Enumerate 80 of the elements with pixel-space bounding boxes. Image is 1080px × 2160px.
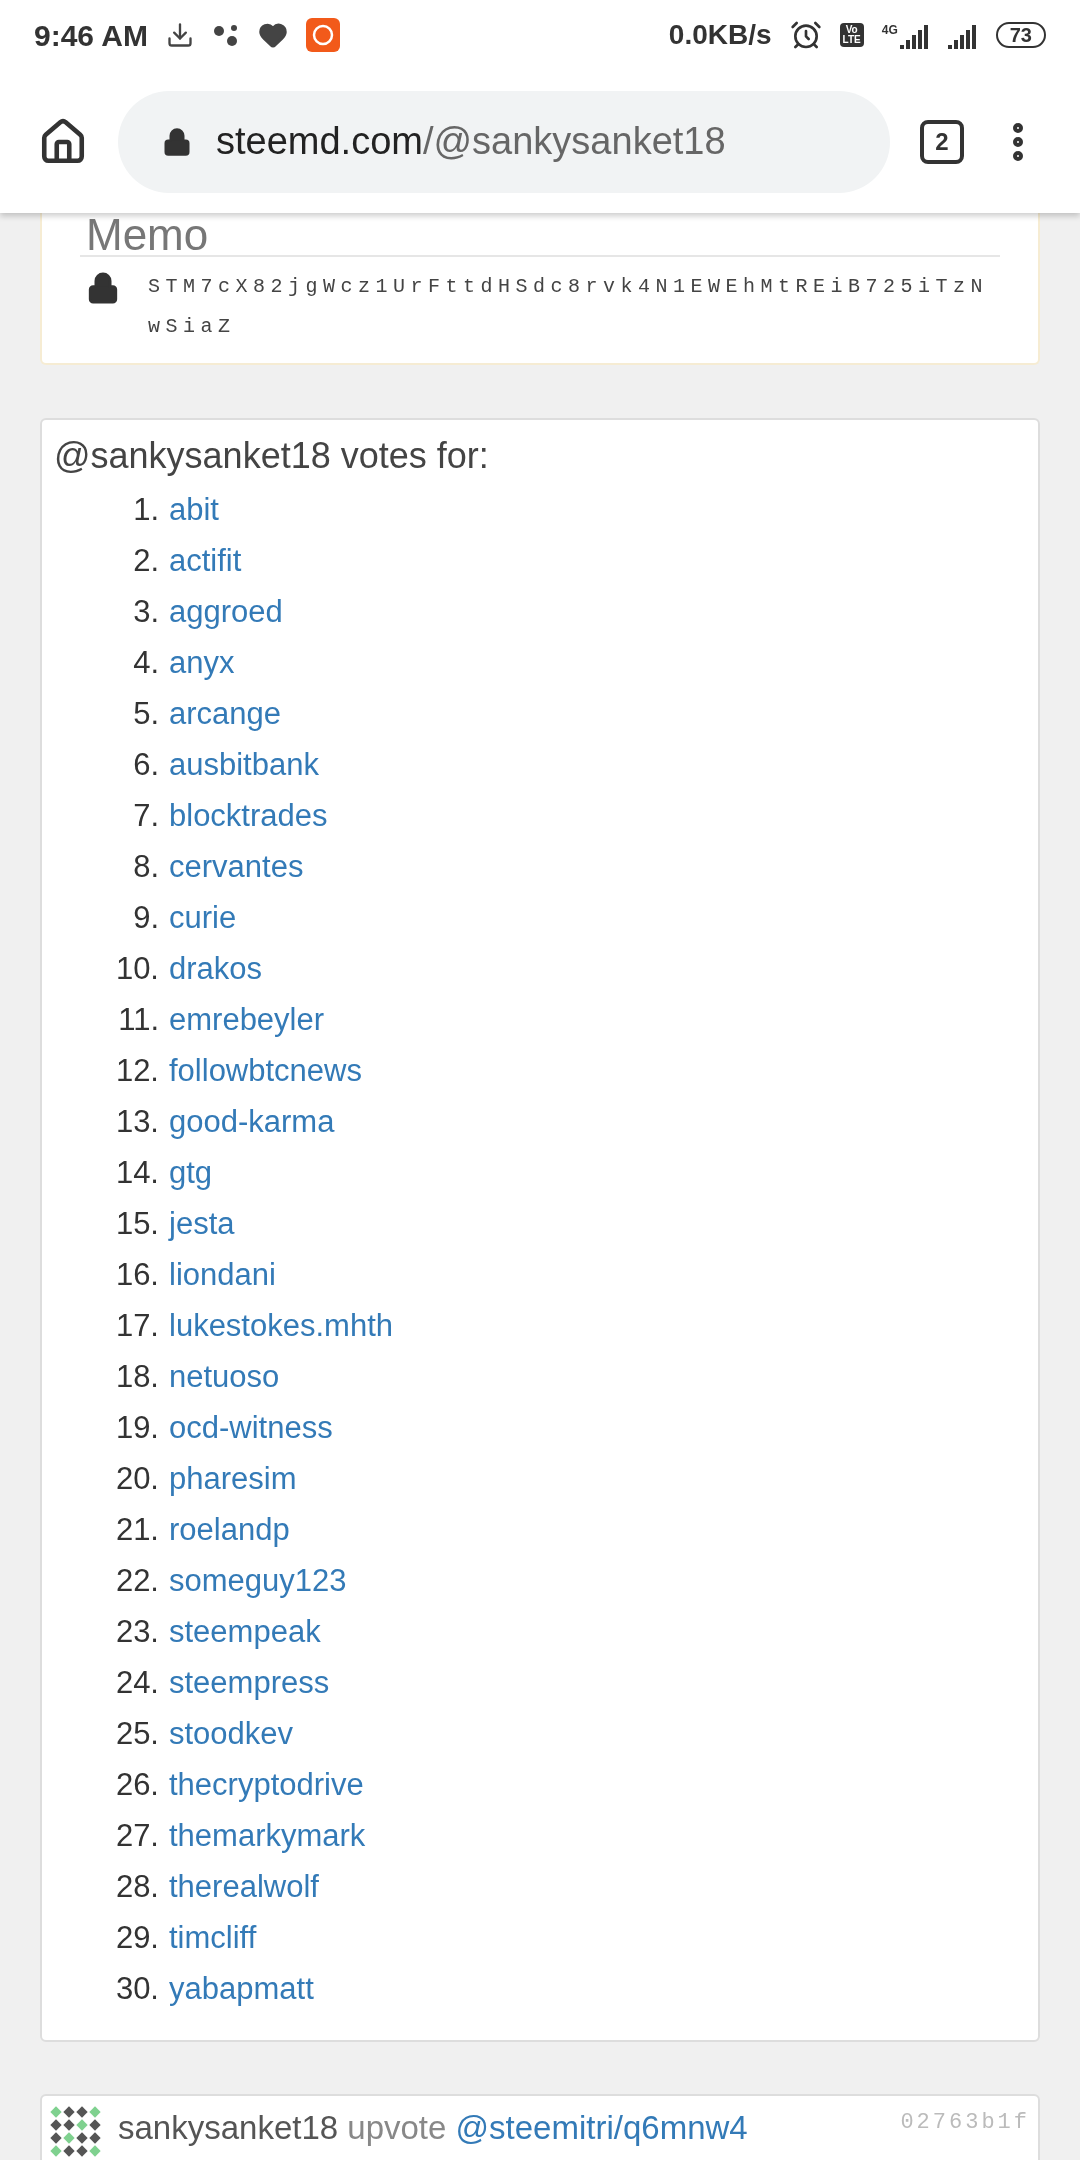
identicon-avatar [50, 2106, 102, 2158]
witness-link[interactable]: thecryptodrive [169, 1767, 364, 1802]
list-number: 3. [132, 593, 159, 631]
list-number: 19. [114, 1409, 159, 1447]
list-number: 11. [117, 1001, 159, 1039]
list-number: 6. [132, 746, 159, 784]
witness-link[interactable]: aggroed [169, 594, 283, 629]
list-number: 17. [114, 1307, 159, 1345]
list-number: 27. [114, 1817, 159, 1855]
witness-link[interactable]: curie [169, 900, 237, 935]
list-number: 24. [114, 1664, 159, 1702]
list-number: 16. [114, 1256, 159, 1294]
witness-link[interactable]: ocd-witness [169, 1410, 333, 1445]
witness-link[interactable]: followbtcnews [169, 1053, 362, 1088]
list-number: 21. [114, 1511, 159, 1549]
tab-count-button[interactable]: 2 [920, 119, 964, 164]
list-number: 25. [114, 1715, 159, 1753]
lock-icon [86, 271, 120, 305]
list-number: 28. [114, 1868, 159, 1906]
witness-link[interactable]: jesta [169, 1206, 235, 1241]
witness-link[interactable]: drakos [169, 951, 263, 986]
witness-link[interactable]: steempress [169, 1665, 330, 1700]
witness-link[interactable]: ausbitbank [169, 747, 319, 782]
witness-link[interactable]: someguy123 [169, 1563, 347, 1598]
witness-link[interactable]: cervantes [169, 849, 304, 884]
status-time: 9:46 AM [34, 17, 148, 54]
witness-link[interactable]: gtg [169, 1155, 213, 1190]
list-number: 15. [114, 1205, 159, 1243]
network-type: 4G [881, 22, 898, 39]
witness-link[interactable]: themarkymark [169, 1818, 366, 1853]
list-number: 22. [114, 1562, 159, 1600]
list-number: 10. [114, 950, 159, 988]
list-number: 29. [114, 1919, 159, 1957]
memo-key: STM7cX82jgWcz1UrFttdHSdc8rvk4N1EWEhMtREiB725iTzNwSiaZ [148, 267, 993, 347]
transaction-id: 02763b1f [900, 2109, 1030, 2137]
alarm-icon [789, 19, 822, 51]
list-number: 12. [114, 1052, 159, 1090]
download-icon [165, 21, 194, 49]
votes-heading: @sankysanket18 votes for: [54, 434, 490, 478]
lock-icon [162, 126, 192, 157]
list-number: 13. [114, 1103, 159, 1141]
witness-link[interactable]: anyx [169, 645, 235, 680]
list-number: 26. [114, 1766, 159, 1804]
list-number: 5. [132, 695, 159, 733]
witness-link[interactable]: steempeak [169, 1614, 321, 1649]
witness-link[interactable]: emrebeyler [169, 1002, 325, 1037]
witness-link[interactable]: stoodkev [169, 1716, 294, 1751]
witness-link[interactable]: therealwolf [169, 1869, 319, 1904]
witness-link[interactable]: blocktrades [169, 798, 328, 833]
witness-link[interactable]: yabapmatt [169, 1971, 314, 2006]
url-text: steemd.com/@sankysanket18 [216, 119, 726, 164]
list-number: 2. [132, 542, 159, 580]
witness-link[interactable]: liondani [169, 1257, 276, 1292]
battery-indicator: 73 [995, 22, 1046, 48]
list-number: 8. [132, 848, 159, 886]
app-notification-icon [305, 18, 340, 52]
operation-text: sankysanket18 upvote @steemitri/q6mnw4 [118, 2108, 748, 2148]
address-bar[interactable]: steemd.com/@sankysanket18 [118, 90, 890, 193]
witness-link[interactable]: lukestokes.mhth [169, 1308, 393, 1343]
witness-link[interactable]: pharesim [169, 1461, 297, 1496]
list-number: 1. [132, 491, 159, 529]
list-number: 18. [114, 1358, 159, 1396]
list-number: 30. [114, 1970, 159, 2008]
witness-link[interactable]: arcange [169, 696, 282, 731]
list-number: 23. [114, 1613, 159, 1651]
list-number: 14. [114, 1154, 159, 1192]
witness-link[interactable]: good-karma [169, 1104, 335, 1139]
witness-link[interactable]: timcliff [169, 1920, 257, 1955]
memo-title: Memo [86, 213, 209, 255]
post-link[interactable]: @steemitri/q6mnw4 [455, 2109, 748, 2146]
list-number: 20. [114, 1460, 159, 1498]
witness-link[interactable]: roelandp [169, 1512, 290, 1547]
witness-link[interactable]: netuoso [169, 1359, 280, 1394]
witness-link[interactable]: actifit [169, 543, 242, 578]
list-number: 4. [132, 644, 159, 682]
witness-link[interactable]: abit [169, 492, 219, 527]
network-speed: 0.0KB/s [668, 18, 772, 52]
volte-badge: Vo LTE [839, 23, 864, 47]
list-number: 7. [132, 797, 159, 835]
list-number: 9. [132, 899, 159, 937]
